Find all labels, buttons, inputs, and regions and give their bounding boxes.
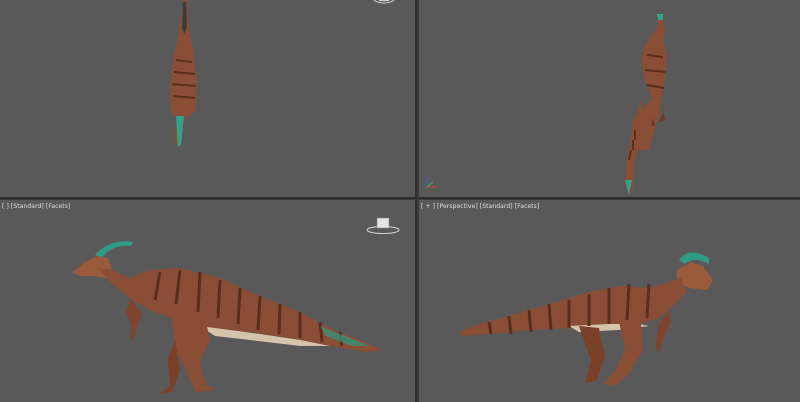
viewport-grid: [ ] [Standard] [Facets] [+] [Perspecti… — [0, 0, 800, 402]
dinosaur-top-model — [170, 0, 197, 148]
dinosaur-perspective-model — [459, 252, 713, 386]
viewport-top[interactable] — [0, 0, 417, 199]
dinosaur-front-model — [625, 14, 667, 195]
axis-gizmo-icon — [423, 175, 439, 191]
dinosaur-side-model — [72, 241, 382, 394]
viewport-front[interactable] — [417, 0, 800, 199]
viewport-left[interactable]: [ ] [Standard] [Facets] — [0, 199, 417, 402]
viewport-perspective[interactable]: [ + ] [Perspective] [Standard] [Facets] — [417, 199, 800, 402]
